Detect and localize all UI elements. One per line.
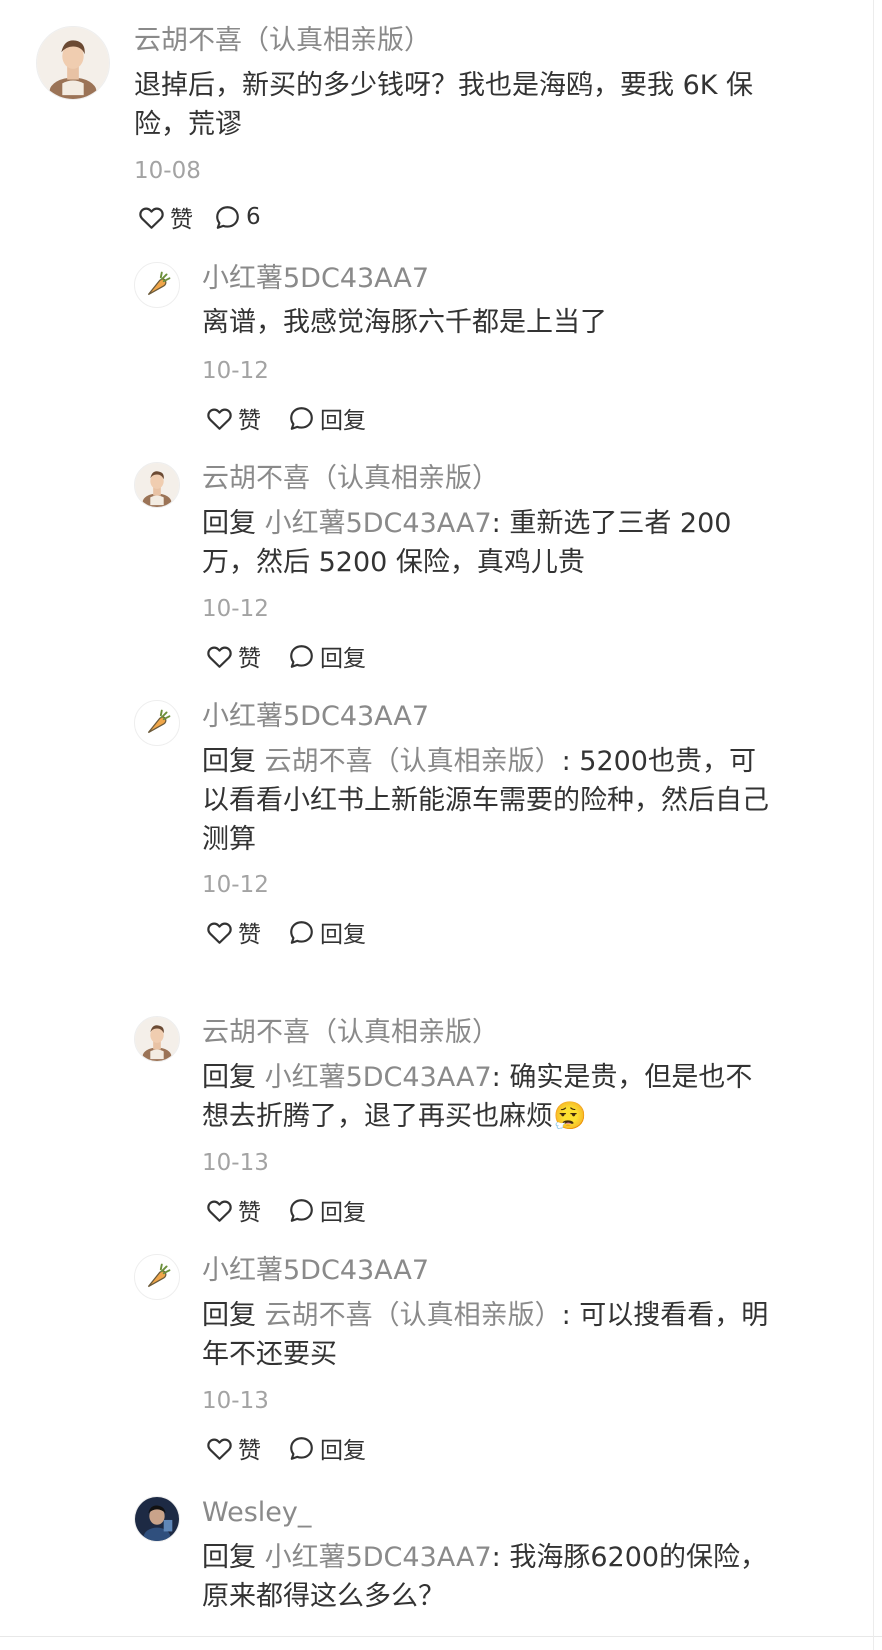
- speech-bubble-icon: [290, 1198, 313, 1222]
- reply-date: 10-12: [202, 872, 269, 898]
- reply-item: 小红薯5DC43AA7 回复 云胡不喜（认真相亲版）: 5200也贵，可以看看小…: [0, 694, 882, 964]
- speech-bubble-icon: [290, 644, 313, 668]
- reply-date: 10-12: [202, 596, 269, 622]
- like-button[interactable]: 赞: [205, 1431, 261, 1465]
- reply-prefix: 回复: [202, 1300, 265, 1331]
- speech-bubble-icon: [216, 205, 239, 229]
- reply-label: 回复: [320, 646, 366, 672]
- speech-bubble-icon: [290, 406, 313, 430]
- reply-label: 回复: [320, 922, 366, 948]
- comment-text[interactable]: 退掉后，新买的多少钱呀？我也是海鸥，要我 6K 保险，荒谬: [134, 66, 754, 144]
- reply-button[interactable]: 回复: [287, 401, 366, 435]
- heart-icon: [207, 646, 232, 668]
- reply-label: 回复: [320, 1200, 366, 1226]
- reply-button[interactable]: 回复: [287, 1193, 366, 1227]
- author-avatar[interactable]: [134, 1496, 180, 1542]
- top-comment: 云胡不喜（认真相亲版） 退掉后，新买的多少钱呀？我也是海鸥，要我 6K 保险，荒…: [0, 0, 882, 240]
- reply-item: 小红薯5DC43AA7 离谱，我感觉海豚六千都是上当了 10-12 赞 回复: [0, 256, 882, 446]
- author-avatar[interactable]: [134, 700, 180, 746]
- like-button[interactable]: 赞: [205, 915, 261, 949]
- author-avatar[interactable]: [134, 1254, 180, 1300]
- reply-label: 回复: [320, 408, 366, 434]
- reply-actions: 赞 回复: [205, 1431, 366, 1465]
- reply-target[interactable]: 小红薯5DC43AA7: [265, 1542, 492, 1573]
- reply-actions: 赞 回复: [205, 401, 366, 435]
- like-button[interactable]: 赞: [205, 401, 261, 435]
- author-name[interactable]: 云胡不喜（认真相亲版）: [202, 1015, 499, 1051]
- heart-icon: [207, 408, 232, 430]
- author-name[interactable]: 小红薯5DC43AA7: [202, 699, 429, 735]
- reply-text[interactable]: 离谱，我感觉海豚六千都是上当了: [202, 303, 782, 342]
- speech-bubble-icon: [290, 920, 313, 944]
- reply-actions: 赞 回复: [205, 639, 366, 673]
- reply-prefix: 回复: [202, 508, 265, 539]
- reply-item: Wesley_ 回复 小红薯5DC43AA7: 我海豚6200的保险，原来都得这…: [0, 1490, 882, 1636]
- reply-item: 云胡不喜（认真相亲版） 回复 小红薯5DC43AA7: 确实是贵，但是也不想去折…: [0, 1010, 882, 1240]
- author-name[interactable]: 小红薯5DC43AA7: [202, 261, 429, 297]
- reply-target[interactable]: 小红薯5DC43AA7: [265, 508, 492, 539]
- photo-avatar-icon: [135, 1497, 179, 1541]
- author-name[interactable]: 小红薯5DC43AA7: [202, 1253, 429, 1289]
- reply-button[interactable]: 回复: [287, 639, 366, 673]
- reply-date: 10-12: [202, 358, 269, 384]
- like-label: 赞: [238, 408, 261, 434]
- reply-prefix: 回复: [202, 1542, 265, 1573]
- heart-icon: [207, 922, 232, 944]
- reply-date: 10-13: [202, 1388, 269, 1414]
- reply-actions: 赞 回复: [205, 915, 366, 949]
- like-label: 赞: [170, 207, 193, 233]
- author-avatar[interactable]: [36, 26, 110, 100]
- reply-target[interactable]: 云胡不喜（认真相亲版）: [265, 1300, 562, 1331]
- like-button[interactable]: 赞: [205, 639, 261, 673]
- author-name[interactable]: 云胡不喜（认真相亲版）: [202, 461, 499, 497]
- author-avatar[interactable]: [134, 462, 180, 508]
- carrot-icon: [135, 701, 179, 745]
- divider: [0, 1636, 882, 1637]
- person-avatar-icon: [135, 1017, 179, 1061]
- scrollbar-track[interactable]: [873, 0, 874, 1650]
- heart-icon: [207, 1438, 232, 1460]
- reply-target[interactable]: 云胡不喜（认真相亲版）: [265, 746, 562, 777]
- author-name[interactable]: 云胡不喜（认真相亲版）: [134, 23, 431, 59]
- like-button[interactable]: 赞: [205, 1193, 261, 1227]
- reply-text[interactable]: 回复 小红薯5DC43AA7: 我海豚6200的保险，原来都得这么多么？: [202, 1538, 782, 1616]
- carrot-icon: [135, 263, 179, 307]
- reply-prefix: 回复: [202, 746, 265, 777]
- reply-text[interactable]: 回复 小红薯5DC43AA7: 重新选了三者 200 万，然后 5200 保险，…: [202, 504, 777, 582]
- reply-actions: 赞 回复: [205, 1193, 366, 1227]
- reply-text[interactable]: 回复 云胡不喜（认真相亲版）: 5200也贵，可以看看小红书上新能源车需要的险种…: [202, 742, 777, 859]
- speech-bubble-icon: [290, 1436, 313, 1460]
- reply-button[interactable]: 回复: [287, 915, 366, 949]
- reply-date: 10-13: [202, 1150, 269, 1176]
- reply-button[interactable]: 回复: [287, 1431, 366, 1465]
- like-label: 赞: [238, 1438, 261, 1464]
- heart-icon: [207, 1200, 232, 1222]
- heart-icon: [139, 207, 164, 229]
- reply-text[interactable]: 回复 云胡不喜（认真相亲版）: 可以搜看看，明年不还要买: [202, 1296, 777, 1374]
- carrot-icon: [135, 1255, 179, 1299]
- person-avatar-icon: [135, 463, 179, 507]
- reply-item: 小红薯5DC43AA7 回复 云胡不喜（认真相亲版）: 可以搜看看，明年不还要买…: [0, 1248, 882, 1478]
- reply-body: 离谱，我感觉海豚六千都是上当了: [202, 307, 607, 338]
- like-button[interactable]: 赞: [137, 200, 193, 234]
- person-avatar-icon: [37, 27, 109, 99]
- reply-count-button[interactable]: 6: [213, 203, 261, 232]
- like-label: 赞: [238, 922, 261, 948]
- author-avatar[interactable]: [134, 1016, 180, 1062]
- reply-label: 回复: [320, 1438, 366, 1464]
- author-name[interactable]: Wesley_: [202, 1495, 311, 1531]
- like-label: 赞: [238, 1200, 261, 1226]
- reply-item: 云胡不喜（认真相亲版） 回复 小红薯5DC43AA7: 重新选了三者 200 万…: [0, 456, 882, 686]
- reply-target[interactable]: 小红薯5DC43AA7: [265, 1062, 492, 1093]
- comment-date: 10-08: [134, 158, 201, 184]
- like-label: 赞: [238, 646, 261, 672]
- author-avatar[interactable]: [134, 262, 180, 308]
- comment-actions: 赞 6: [137, 200, 261, 234]
- reply-text[interactable]: 回复 小红薯5DC43AA7: 确实是贵，但是也不想去折腾了，退了再买也麻烦😮‍…: [202, 1058, 777, 1136]
- reply-count: 6: [246, 204, 261, 230]
- reply-prefix: 回复: [202, 1062, 265, 1093]
